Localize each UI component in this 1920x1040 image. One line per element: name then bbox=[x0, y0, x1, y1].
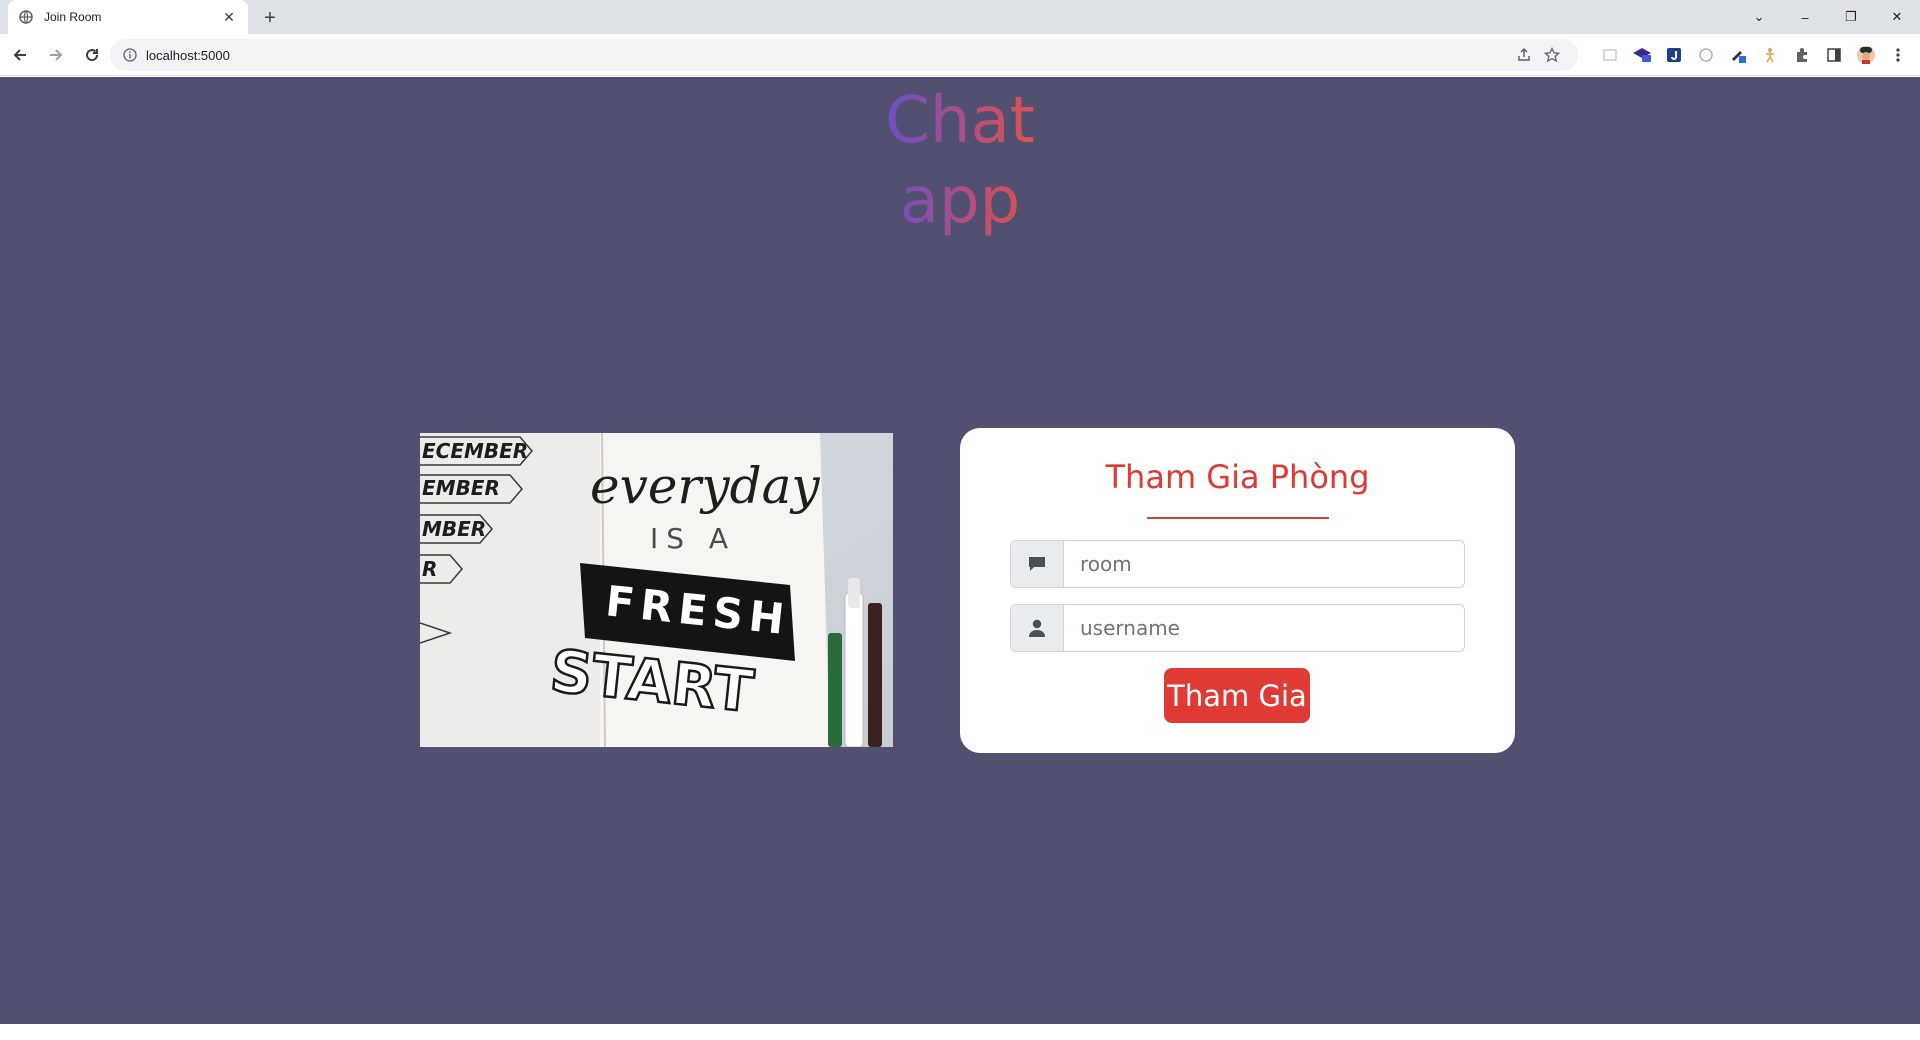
tab-title: Join Room bbox=[44, 10, 102, 24]
extensions-bar bbox=[1594, 39, 1914, 71]
restore-button[interactable]: ❐ bbox=[1828, 0, 1874, 34]
page-body: Chat app ECEMBER EMBER MBER R everyday I… bbox=[0, 77, 1920, 1024]
tab-close-icon[interactable]: ✕ bbox=[220, 8, 238, 26]
hero-month-4: R bbox=[422, 557, 437, 581]
extension-graduation-icon[interactable] bbox=[1626, 39, 1658, 71]
url-text[interactable]: localhost:5000 bbox=[146, 48, 1510, 63]
extension-pen-icon[interactable] bbox=[1722, 39, 1754, 71]
side-panel-icon[interactable] bbox=[1818, 39, 1850, 71]
back-button[interactable] bbox=[4, 39, 36, 71]
app-title: Chat app bbox=[830, 81, 1090, 241]
tab-search-button[interactable]: ⌄ bbox=[1736, 0, 1782, 34]
extensions-puzzle-icon[interactable] bbox=[1786, 39, 1818, 71]
reload-button[interactable] bbox=[76, 39, 108, 71]
forward-button[interactable] bbox=[40, 39, 72, 71]
user-icon bbox=[1011, 605, 1064, 651]
username-input[interactable] bbox=[1064, 605, 1464, 651]
extension-circle-icon[interactable] bbox=[1690, 39, 1722, 71]
join-room-card: Tham Gia Phòng Tham Gia bbox=[960, 428, 1515, 753]
extension-figure-icon[interactable] bbox=[1754, 39, 1786, 71]
title-divider bbox=[1147, 517, 1329, 519]
globe-icon bbox=[18, 9, 34, 25]
room-input-group bbox=[1010, 540, 1465, 588]
hero-month-1: ECEMBER bbox=[422, 439, 528, 463]
new-tab-button[interactable]: + bbox=[258, 6, 282, 30]
reload-icon bbox=[86, 48, 99, 61]
chat-bubble-icon bbox=[1011, 541, 1064, 587]
bottom-strip bbox=[0, 1024, 1920, 1040]
address-bar[interactable]: localhost:5000 bbox=[110, 39, 1578, 71]
hero-text-line1: everyday bbox=[590, 457, 820, 515]
profile-avatar-icon[interactable] bbox=[1850, 39, 1882, 71]
join-button[interactable]: Tham Gia bbox=[1164, 668, 1310, 723]
tab-strip: Join Room ✕ + ⌄ – ❐ ✕ bbox=[0, 0, 1920, 34]
hero-image: ECEMBER EMBER MBER R everyday IS A FRESH… bbox=[420, 433, 893, 747]
tab-join-room[interactable]: Join Room ✕ bbox=[8, 0, 248, 34]
browser-toolbar: localhost:5000 bbox=[0, 34, 1920, 76]
hero-text-line2: IS A bbox=[650, 522, 736, 555]
card-title: Tham Gia Phòng bbox=[1105, 458, 1370, 496]
window-controls: ⌄ – ❐ ✕ bbox=[1736, 0, 1920, 34]
minimize-button[interactable]: – bbox=[1782, 0, 1828, 34]
share-icon[interactable] bbox=[1510, 41, 1538, 69]
room-input[interactable] bbox=[1064, 541, 1464, 587]
hero-month-2: EMBER bbox=[422, 476, 500, 500]
bookmark-star-icon[interactable] bbox=[1538, 41, 1566, 69]
close-window-button[interactable]: ✕ bbox=[1874, 0, 1920, 34]
extension-blank-icon[interactable] bbox=[1594, 39, 1626, 71]
menu-kebab-icon[interactable] bbox=[1882, 39, 1914, 71]
app-title-wrap: Chat app bbox=[830, 81, 1090, 238]
username-input-group bbox=[1010, 604, 1465, 652]
forward-arrow-icon bbox=[50, 48, 63, 61]
info-icon[interactable] bbox=[122, 47, 138, 63]
back-arrow-icon bbox=[13, 48, 26, 61]
extension-j-icon[interactable] bbox=[1658, 39, 1690, 71]
hero-month-3: MBER bbox=[422, 517, 486, 541]
